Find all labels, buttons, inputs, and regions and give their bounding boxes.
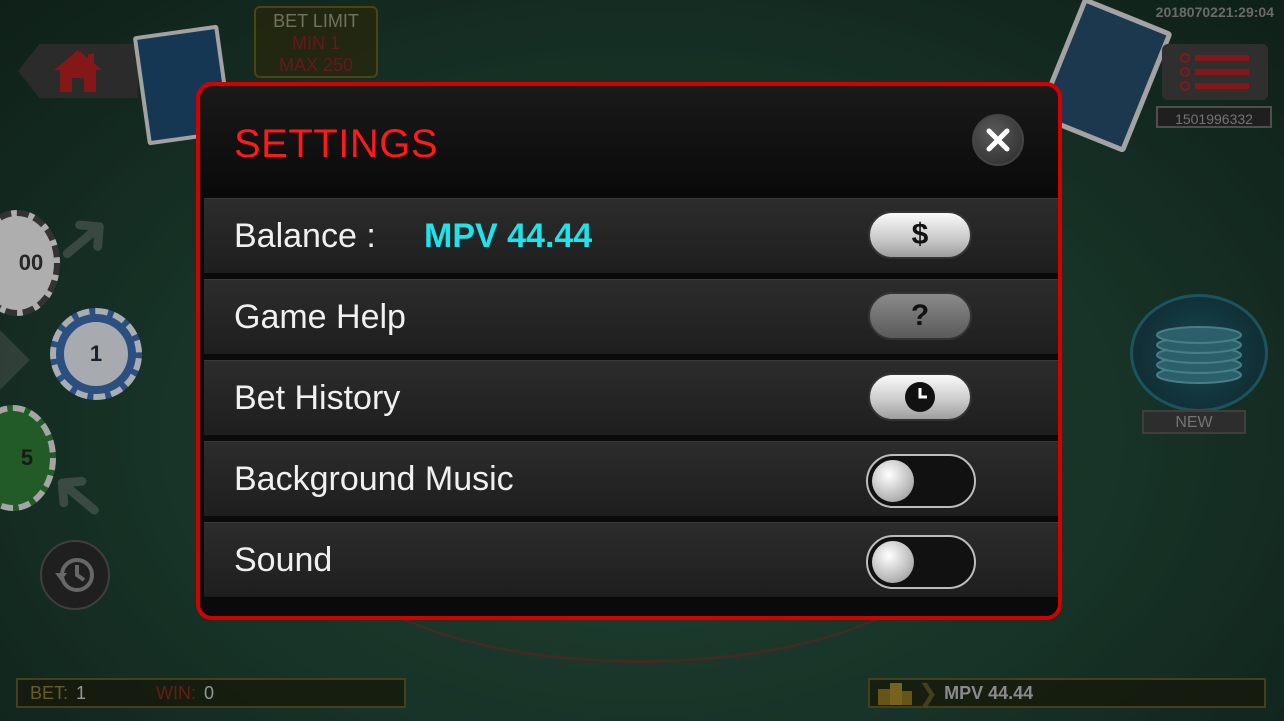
question-icon: ? <box>910 299 930 332</box>
settings-row-game-help: Game Help ? <box>204 279 1058 354</box>
background-music-label: Background Music <box>234 460 514 498</box>
settings-row-sound: Sound <box>204 522 1058 597</box>
dollar-icon: $ <box>911 218 929 251</box>
settings-row-balance: Balance : MPV 44.44 $ <box>204 198 1058 273</box>
game-help-label: Game Help <box>234 298 406 336</box>
sound-label: Sound <box>234 541 333 579</box>
settings-row-bet-history: Bet History <box>204 360 1058 435</box>
balance-button[interactable]: $ <box>868 211 972 259</box>
bet-history-label: Bet History <box>234 379 401 417</box>
close-icon <box>986 128 1010 152</box>
background-music-toggle[interactable] <box>866 454 976 508</box>
game-help-button[interactable]: ? <box>868 292 972 340</box>
balance-value: MPV 44.44 <box>424 217 593 255</box>
clock-icon <box>905 382 935 412</box>
settings-dialog: SETTINGS Balance : MPV 44.44 $ Game Help… <box>196 82 1062 620</box>
bet-history-button[interactable] <box>868 373 972 421</box>
balance-label: Balance : <box>234 217 376 255</box>
settings-title: SETTINGS <box>234 122 439 166</box>
toggle-knob <box>872 460 914 502</box>
toggle-knob <box>872 541 914 583</box>
settings-row-background-music: Background Music <box>204 441 1058 516</box>
sound-toggle[interactable] <box>866 535 976 589</box>
close-button[interactable] <box>972 114 1024 166</box>
